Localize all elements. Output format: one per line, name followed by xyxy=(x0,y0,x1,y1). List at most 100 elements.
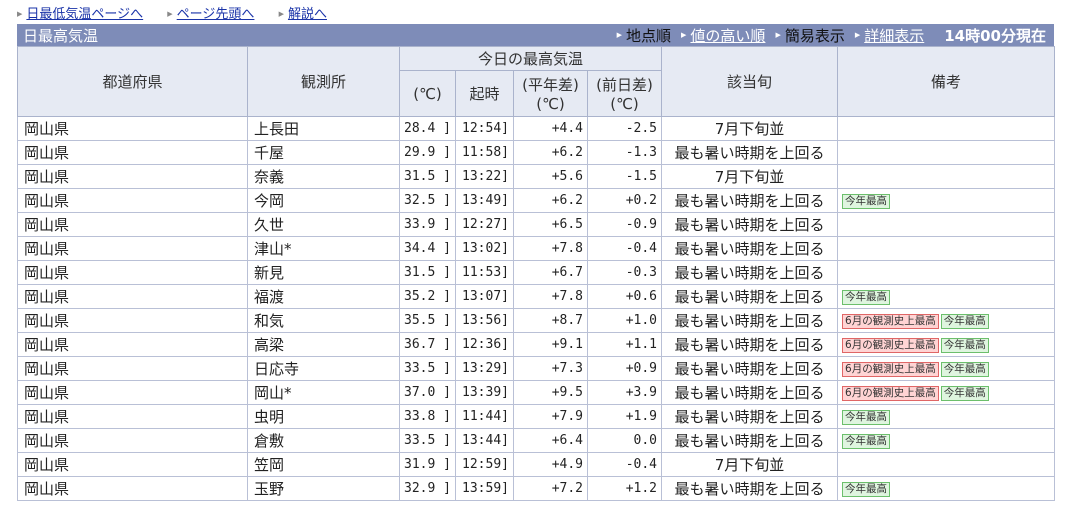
normal-diff-label: (平年差) xyxy=(522,76,579,94)
status-badge: 今年最高 xyxy=(940,361,989,377)
cell-season: 最も暑い時期を上回る xyxy=(661,332,839,357)
cell-prev-diff: +1.2 xyxy=(586,476,663,501)
arrow-right-icon: ▶ xyxy=(681,31,687,39)
cell-station: 笠岡 xyxy=(247,452,400,477)
col-header-celsius: (℃) xyxy=(399,70,456,117)
cell-pref: 岡山県 xyxy=(17,260,248,285)
cell-normal-diff: +6.7 xyxy=(513,260,588,285)
cell-note xyxy=(837,236,1056,261)
cell-note: 6月の観測史上最高 今年最高 xyxy=(837,380,1056,405)
cell-station: 虫明 xyxy=(247,404,400,429)
cell-season: 最も暑い時期を上回る xyxy=(661,188,839,213)
normal-diff-unit: (℃) xyxy=(536,95,565,113)
arrow-right-icon: ▶ xyxy=(17,10,23,18)
cell-time: 11:58] xyxy=(455,140,514,165)
cell-time: 13:29] xyxy=(455,356,514,381)
status-badge: 今年最高 xyxy=(842,409,891,425)
cell-time: 12:27] xyxy=(455,212,514,237)
col-header-season: 該当旬 xyxy=(661,46,839,117)
cell-temp: 32.9 ] xyxy=(399,476,456,501)
cell-season: 最も暑い時期を上回る xyxy=(661,308,839,333)
max-temp-table: 都道府県 観測所 今日の最高気温 該当旬 備考 (℃) 起時 (平年差) (℃) … xyxy=(17,46,1056,501)
cell-note: 今年最高 xyxy=(837,188,1056,213)
col-header-pref: 都道府県 xyxy=(17,46,248,117)
status-badge: 6月の観測史上最高 xyxy=(842,385,939,401)
cell-prev-diff: +1.1 xyxy=(586,332,663,357)
status-badge: 今年最高 xyxy=(940,337,989,353)
cell-season: 最も暑い時期を上回る xyxy=(661,140,839,165)
cell-prev-diff: +0.9 xyxy=(586,356,663,381)
cell-station: 千屋 xyxy=(247,140,400,165)
cell-station: 新見 xyxy=(247,260,400,285)
link-daily-min-temp[interactable]: 日最低気温ページへ xyxy=(26,7,143,22)
cell-note xyxy=(837,116,1056,141)
cell-temp: 31.5 ] xyxy=(399,260,456,285)
cell-season: 最も暑い時期を上回る xyxy=(661,380,839,405)
status-badge: 6月の観測史上最高 xyxy=(842,313,939,329)
cell-note: 今年最高 xyxy=(837,476,1056,501)
cell-normal-diff: +9.1 xyxy=(513,332,588,357)
sort-by-value-link[interactable]: 値の高い順 xyxy=(690,25,765,46)
cell-note xyxy=(837,260,1056,285)
cell-prev-diff: -1.5 xyxy=(586,164,663,189)
cell-pref: 岡山県 xyxy=(17,332,248,357)
col-header-today-max: 今日の最高気温 xyxy=(398,46,663,71)
top-nav: ▶ 日最低気温ページへ ▶ ページ先頭へ ▶ 解説へ xyxy=(17,4,1054,24)
cell-normal-diff: +6.5 xyxy=(513,212,588,237)
cell-pref: 岡山県 xyxy=(17,308,248,333)
cell-prev-diff: -0.4 xyxy=(586,236,663,261)
cell-temp: 28.4 ] xyxy=(399,116,456,141)
cell-time: 13:49] xyxy=(455,188,514,213)
cell-temp: 33.5 ] xyxy=(399,356,456,381)
link-explanation[interactable]: 解説へ xyxy=(288,7,327,22)
cell-prev-diff: +0.2 xyxy=(586,188,663,213)
cell-prev-diff: +1.9 xyxy=(586,404,663,429)
cell-prev-diff: 0.0 xyxy=(586,428,663,453)
col-header-time: 起時 xyxy=(455,70,514,117)
cell-normal-diff: +4.9 xyxy=(513,452,588,477)
table-row: 岡山県 久世 33.9 ] 12:27] +6.5 -0.9 最も暑い時期を上回る xyxy=(17,212,1056,237)
col-header-station: 観測所 xyxy=(247,46,400,117)
cell-pref: 岡山県 xyxy=(17,428,248,453)
cell-pref: 岡山県 xyxy=(17,476,248,501)
cell-time: 11:44] xyxy=(455,404,514,429)
cell-prev-diff: -0.9 xyxy=(586,212,663,237)
prev-diff-unit: (℃) xyxy=(610,95,639,113)
cell-temp: 34.4 ] xyxy=(399,236,456,261)
cell-note xyxy=(837,212,1056,237)
status-badge: 今年最高 xyxy=(940,313,989,329)
prev-diff-label: (前日差) xyxy=(596,76,653,94)
page: ▶ 日最低気温ページへ ▶ ページ先頭へ ▶ 解説へ 日最高気温 ▶ 地点順 ▶ 値の… xyxy=(17,4,1056,501)
cell-temp: 35.2 ] xyxy=(399,284,456,309)
cell-pref: 岡山県 xyxy=(17,236,248,261)
cell-season: 最も暑い時期を上回る xyxy=(661,356,839,381)
cell-note xyxy=(837,452,1056,477)
cell-station: 久世 xyxy=(247,212,400,237)
arrow-right-icon: ▶ xyxy=(278,10,284,18)
status-badge: 今年最高 xyxy=(940,385,989,401)
cell-note: 今年最高 xyxy=(837,284,1056,309)
cell-pref: 岡山県 xyxy=(17,188,248,213)
cell-note xyxy=(837,140,1056,165)
cell-pref: 岡山県 xyxy=(17,140,248,165)
cell-season: 7月下旬並 xyxy=(661,116,839,141)
cell-temp: 37.0 ] xyxy=(399,380,456,405)
table-row: 岡山県 日応寺 33.5 ] 13:29] +7.3 +0.9 最も暑い時期を上回る 6月の観… xyxy=(17,356,1056,381)
cell-normal-diff: +7.2 xyxy=(513,476,588,501)
cell-pref: 岡山県 xyxy=(17,284,248,309)
cell-time: 12:54] xyxy=(455,116,514,141)
cell-prev-diff: -2.5 xyxy=(586,116,663,141)
cell-station: 津山* xyxy=(247,236,400,261)
link-page-top[interactable]: ページ先頭へ xyxy=(177,7,255,22)
cell-time: 12:59] xyxy=(455,452,514,477)
title-bar: 日最高気温 ▶ 地点順 ▶ 値の高い順 ▶ 簡易表示 ▶ 詳細表示 14時00分… xyxy=(17,24,1054,46)
cell-temp: 33.9 ] xyxy=(399,212,456,237)
cell-temp: 33.8 ] xyxy=(399,404,456,429)
cell-note: 6月の観測史上最高 今年最高 xyxy=(837,356,1056,381)
status-badge: 今年最高 xyxy=(842,433,891,449)
cell-normal-diff: +6.2 xyxy=(513,140,588,165)
cell-station: 玉野 xyxy=(247,476,400,501)
detail-view-link[interactable]: 詳細表示 xyxy=(864,25,924,46)
page-title: 日最高気温 xyxy=(23,26,99,45)
col-header-note: 備考 xyxy=(837,46,1056,117)
